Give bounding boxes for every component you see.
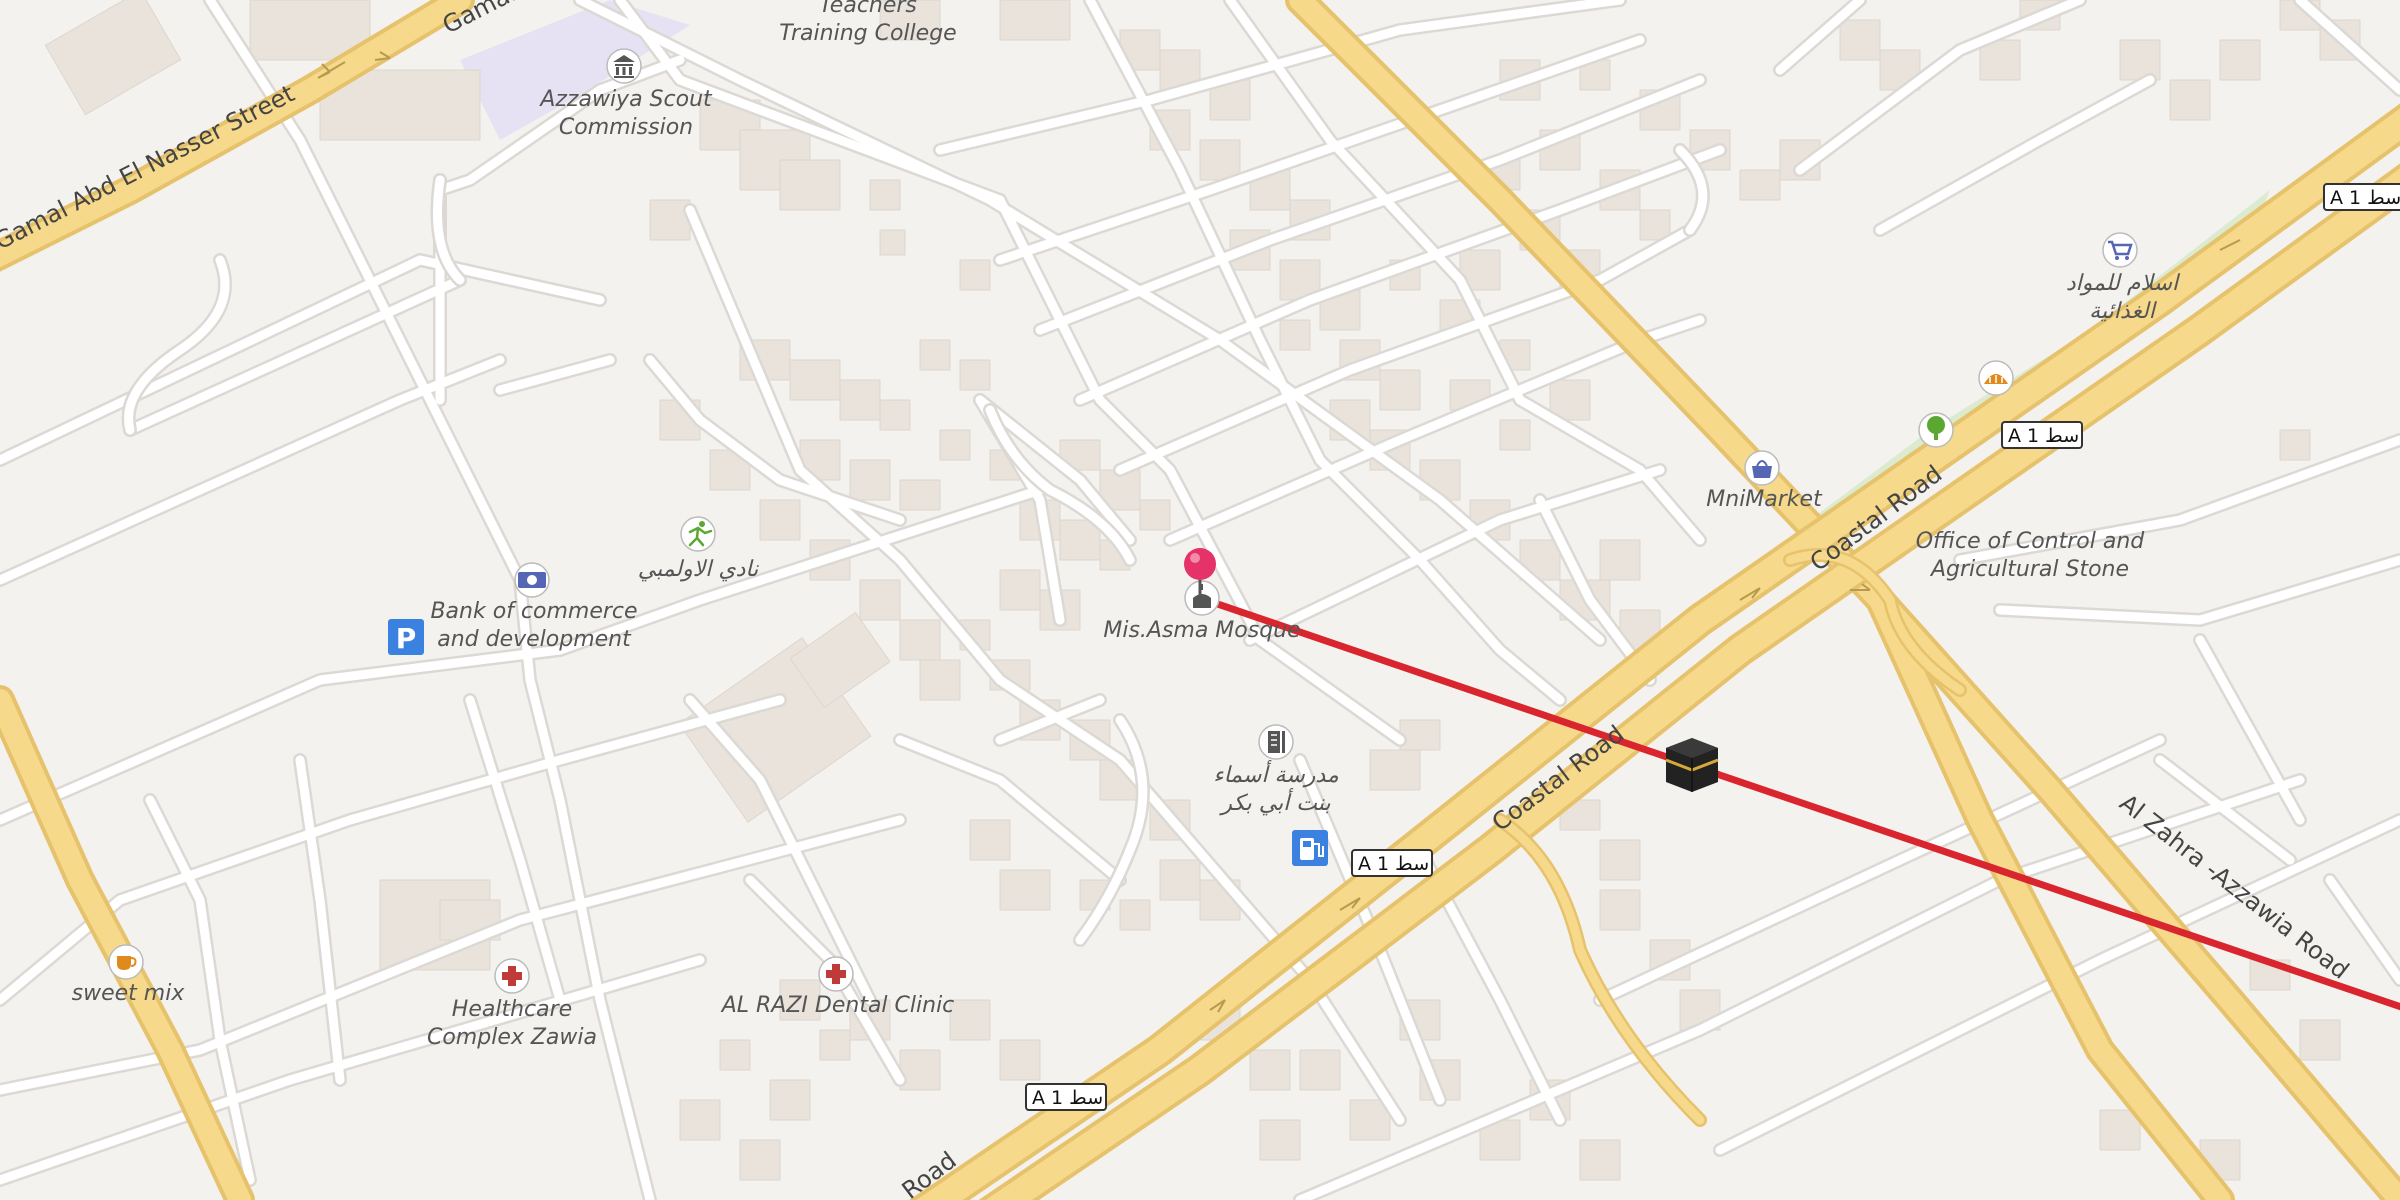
poi-label: MniMarket xyxy=(1706,487,1823,512)
poi-label: Healthcare xyxy=(452,997,572,1022)
school-icon xyxy=(1258,724,1294,760)
poi-label: مدرسة أسماء xyxy=(1213,760,1339,788)
mosque-icon xyxy=(1184,580,1220,616)
poi-label: Teachers xyxy=(819,0,917,18)
road-shield: A 1 سط xyxy=(1351,849,1433,877)
cafe-icon xyxy=(108,944,144,980)
tree-icon xyxy=(1918,412,1954,448)
poi-label: Office of Control and xyxy=(1916,529,2146,554)
poi-label: Training College xyxy=(779,21,956,46)
poi-label: and development xyxy=(437,627,632,652)
road-shield: A 1 سط xyxy=(1025,1083,1107,1111)
poi-label: AL RAZI Dental Clinic xyxy=(720,993,955,1018)
road-shield-text: A 1 سط xyxy=(1358,853,1429,875)
poi-parking[interactable]: P xyxy=(388,619,424,655)
poi-label: الغذائية xyxy=(2089,299,2158,324)
bakery-icon xyxy=(1978,360,2014,396)
poi-label: sweet mix xyxy=(72,981,186,1006)
museum-icon xyxy=(606,48,642,84)
poi-label: Complex Zawia xyxy=(427,1025,597,1050)
road-shield-text: A 1 سط xyxy=(2008,425,2079,447)
poi-kaaba-direction[interactable] xyxy=(1665,738,1719,792)
road-shield-text: A 1 سط xyxy=(2330,187,2400,209)
poi-fuel-station[interactable] xyxy=(1292,830,1328,866)
kaaba-icon xyxy=(1665,738,1719,792)
poi-bakery[interactable] xyxy=(1978,360,2014,396)
sport-icon xyxy=(680,516,716,552)
parking-label: P xyxy=(396,622,417,655)
shopping-bag-icon xyxy=(1744,450,1780,486)
poi-label: Bank of commerce xyxy=(430,599,637,624)
medical-cross-icon xyxy=(818,956,854,992)
poi-park[interactable] xyxy=(1918,412,1954,448)
poi-label: Azzawiya Scout xyxy=(538,87,713,112)
medical-cross-icon xyxy=(494,958,530,994)
poi-label: اسلام للمواد xyxy=(2066,271,2181,296)
poi-label: Agricultural Stone xyxy=(1929,557,2129,582)
bank-icon xyxy=(514,562,550,598)
poi-label: Mis.Asma Mosque xyxy=(1103,618,1300,643)
road-shield-text: A 1 سط xyxy=(1032,1087,1103,1109)
road-shield: A 1 سط xyxy=(2323,183,2400,211)
road-shield: A 1 سط xyxy=(2001,421,2083,449)
poi-label: Commission xyxy=(559,115,693,140)
map-canvas[interactable]: Gamal Abd El Nasser Street Gamal Coastal… xyxy=(0,0,2400,1200)
shopping-cart-icon xyxy=(2102,232,2138,268)
poi-label: بنت أبي بكر xyxy=(1218,788,1330,816)
poi-label: نادي الاولمبي xyxy=(638,557,759,582)
